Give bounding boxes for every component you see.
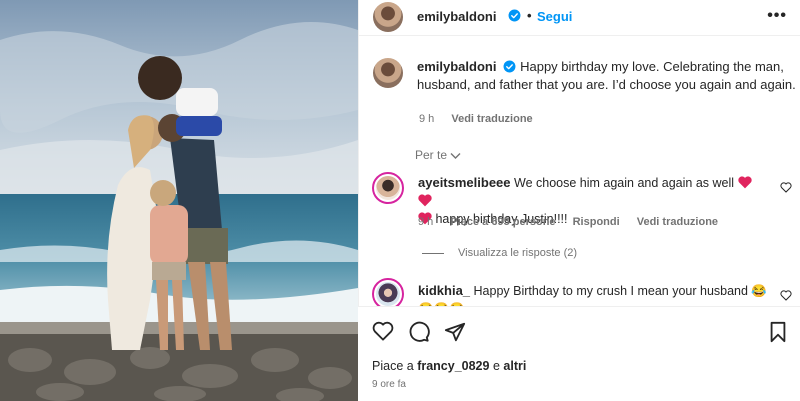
- caption-text-block: emilybaldoni Happy birthday my love. Cel…: [417, 58, 797, 94]
- post-header: emilybaldoni • Segui •••: [359, 0, 800, 36]
- comment-like-heart-icon[interactable]: [780, 182, 792, 193]
- comment-text: Happy Birthday to my crush I mean your h…: [473, 284, 767, 298]
- caption-avatar[interactable]: [373, 58, 403, 88]
- comment-username[interactable]: ayeitsmelibeee: [418, 175, 511, 190]
- per-te-label: Per te: [415, 148, 448, 162]
- replies-divider-line: [422, 252, 444, 254]
- post-photo: [0, 0, 358, 401]
- comment-likes-count[interactable]: Piace a 695 persone: [450, 216, 555, 228]
- caption-username[interactable]: emilybaldoni: [417, 59, 496, 74]
- chevron-down-icon: [450, 153, 461, 159]
- comment-text: We choose him again and again as well: [514, 176, 735, 190]
- comment-translate-button[interactable]: Vedi traduzione: [637, 216, 718, 228]
- comment-username[interactable]: kidkhia_: [418, 283, 470, 298]
- view-replies-label: Visualizza le risposte (2): [458, 247, 578, 259]
- share-icon[interactable]: [444, 321, 466, 343]
- red-heart-emoji-icon: [737, 176, 752, 189]
- verified-icon: [508, 9, 521, 22]
- view-replies-button[interactable]: Visualizza le risposte (2): [422, 247, 577, 259]
- author-username[interactable]: emilybaldoni: [417, 9, 496, 24]
- comment-icon[interactable]: [408, 321, 430, 343]
- author-avatar[interactable]: [373, 2, 403, 32]
- comment-like-heart-icon[interactable]: [780, 290, 792, 301]
- post-action-bar: Piace a francy_0829 e altri 9 ore fa: [358, 306, 800, 401]
- comment-meta: 9 h Piace a 695 persone Rispondi Vedi tr…: [418, 216, 732, 228]
- commenter-avatar[interactable]: [372, 172, 404, 204]
- likes-prefix: Piace a: [372, 359, 414, 373]
- caption-meta: 9 h Vedi traduzione: [419, 113, 547, 125]
- follow-button[interactable]: Segui: [537, 9, 572, 24]
- red-heart-emoji-icon: [418, 194, 432, 207]
- likes-others[interactable]: altri: [503, 359, 526, 373]
- caption-translate-button[interactable]: Vedi traduzione: [451, 113, 532, 125]
- verified-icon: [504, 60, 516, 73]
- comment-time: 9 h: [418, 216, 434, 228]
- per-te-sort-button[interactable]: Per te: [415, 148, 461, 162]
- caption-time: 9 h: [419, 113, 435, 125]
- comment-reply-button[interactable]: Rispondi: [573, 216, 620, 228]
- header-separator: •: [527, 8, 532, 23]
- more-options-icon[interactable]: •••: [767, 7, 787, 25]
- heart-icon[interactable]: [372, 321, 394, 341]
- likes-joiner: e: [492, 359, 500, 373]
- likes-user[interactable]: francy_0829: [417, 359, 489, 373]
- post-timestamp: 9 ore fa: [372, 379, 406, 390]
- post-likes[interactable]: Piace a francy_0829 e altri: [372, 359, 526, 373]
- bookmark-icon[interactable]: [768, 321, 788, 343]
